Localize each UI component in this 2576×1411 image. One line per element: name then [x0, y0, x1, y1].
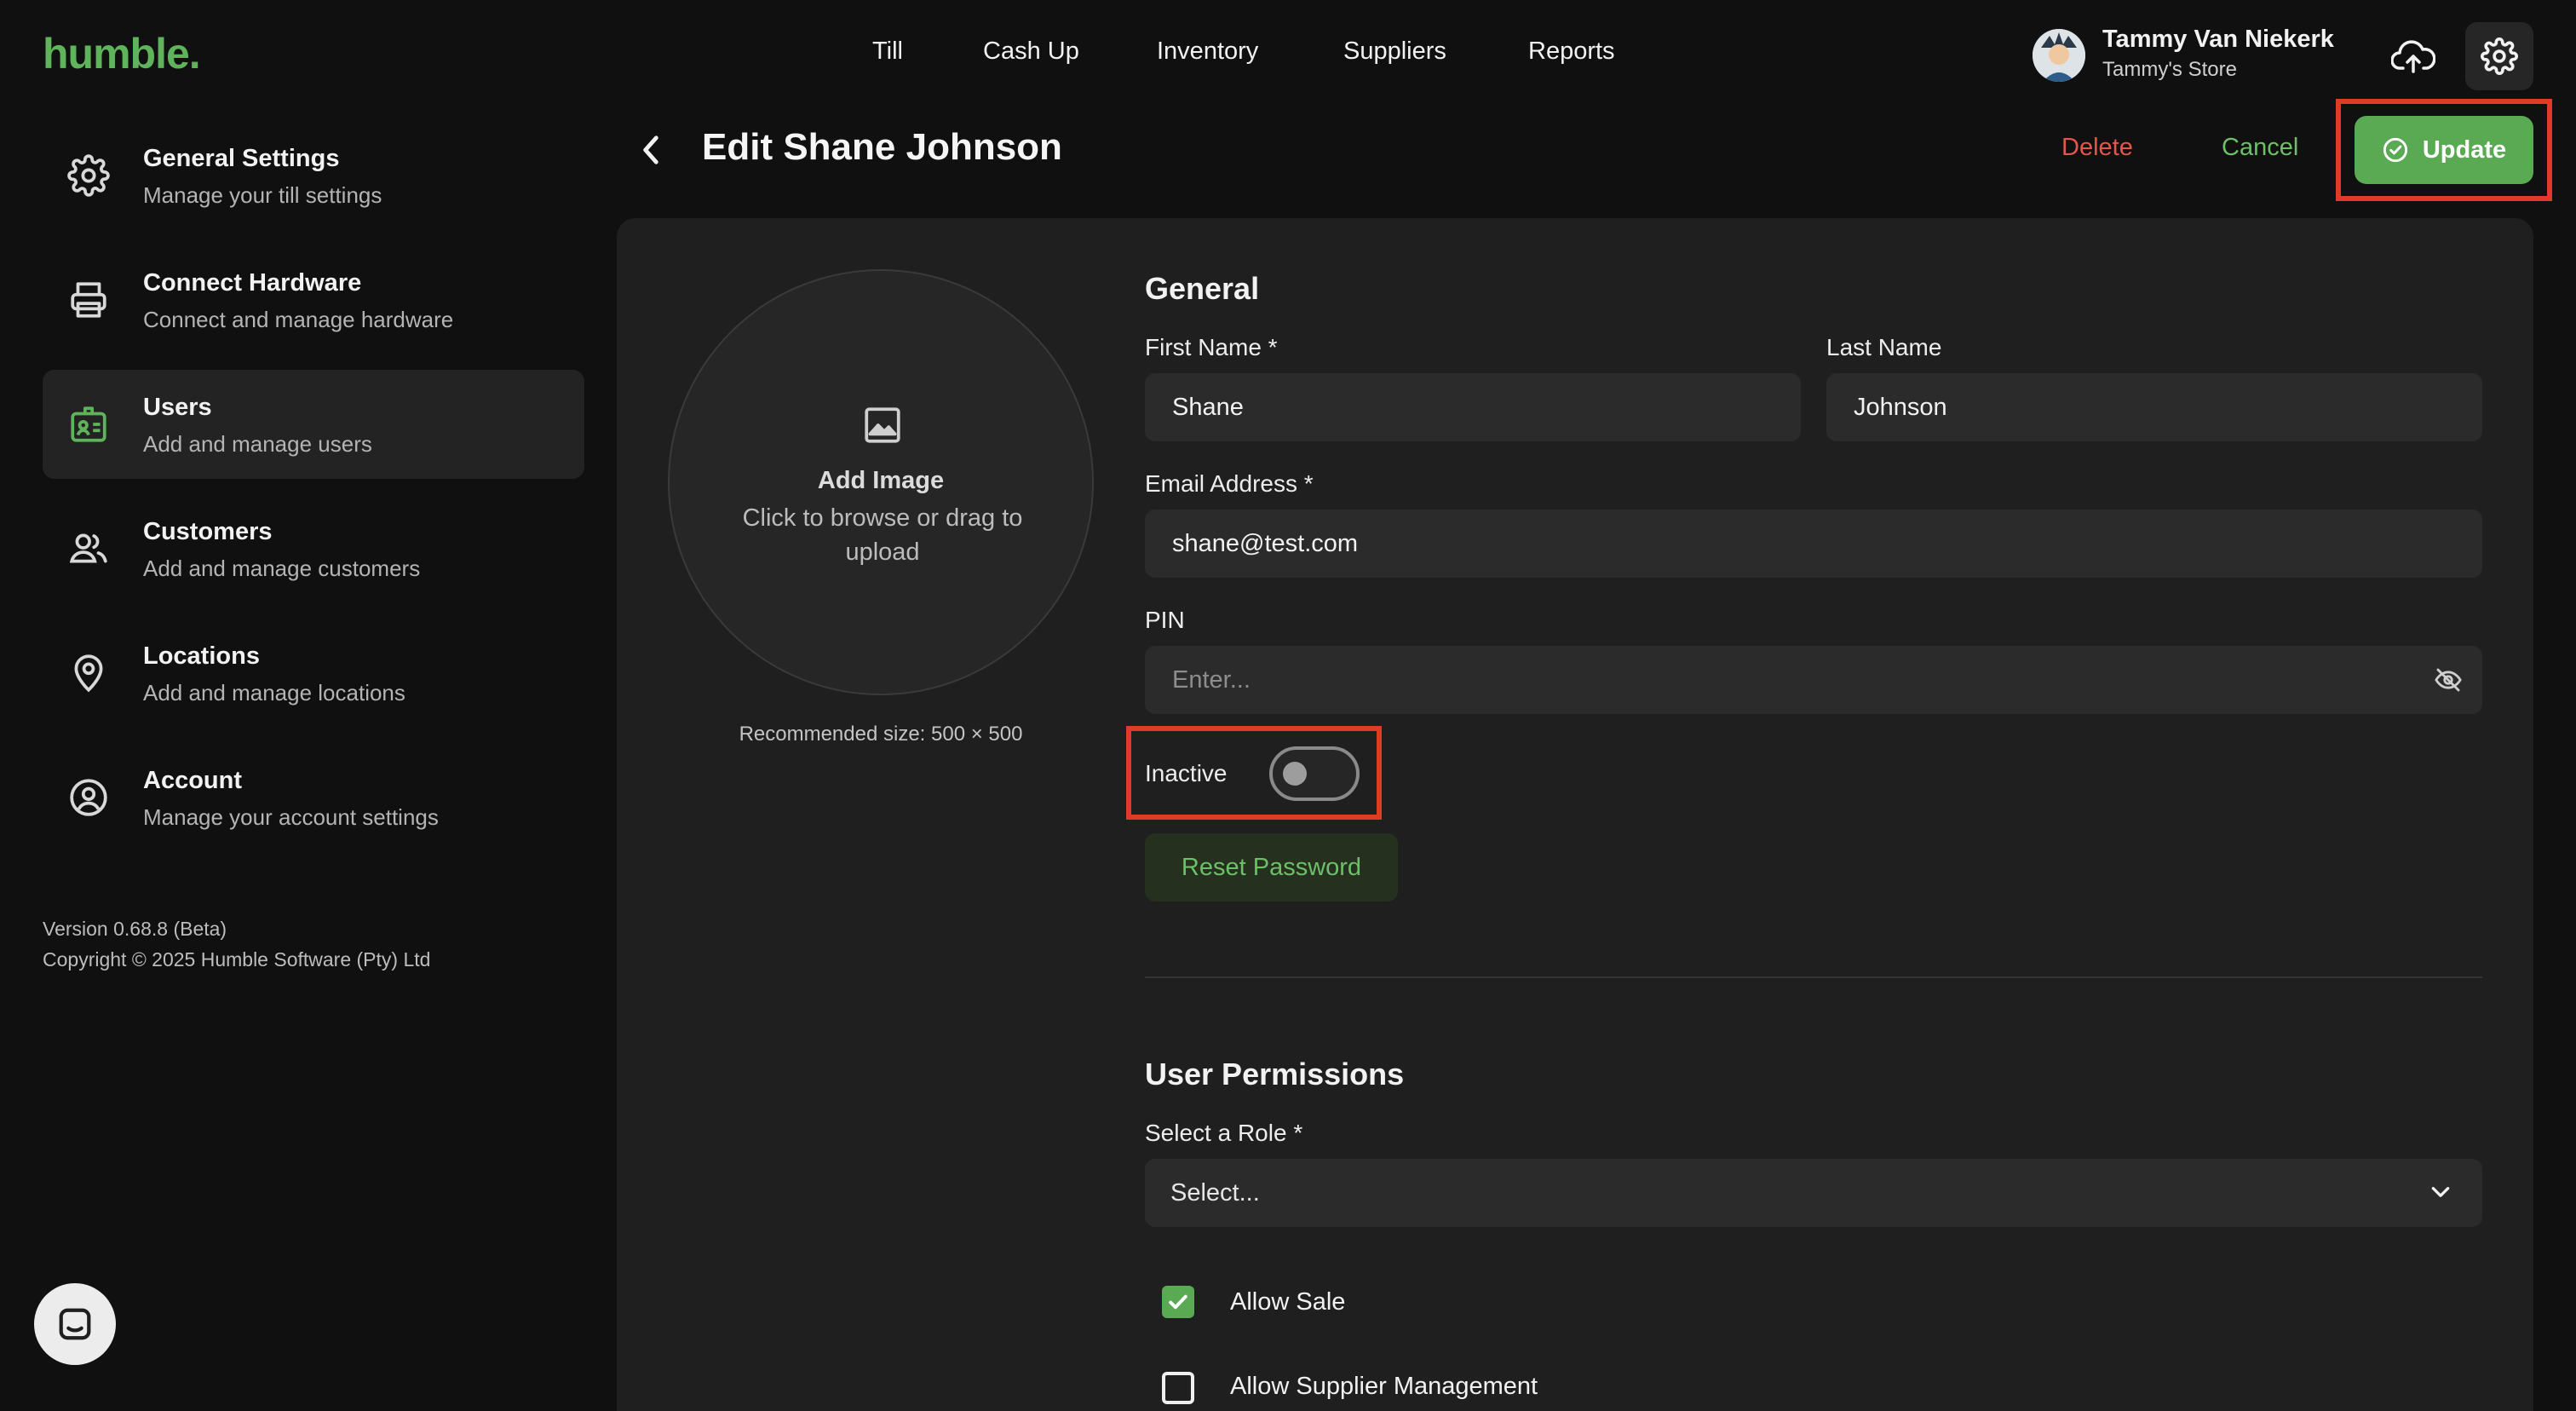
printer-icon	[66, 278, 111, 322]
back-button[interactable]	[634, 128, 668, 172]
people-icon	[66, 527, 111, 571]
last-name-input[interactable]: Johnson	[1826, 373, 2482, 441]
highlight-box-update	[2336, 99, 2552, 201]
first-name-input[interactable]: Shane	[1145, 373, 1801, 441]
sidebar-item-subtitle: Manage your till settings	[143, 182, 382, 208]
eye-off-icon	[2435, 668, 2462, 692]
location-pin-icon	[66, 651, 111, 695]
version-text: Version 0.68.8 (Beta)	[43, 918, 227, 940]
allow-sale-checkbox[interactable]	[1162, 1286, 1194, 1318]
sidebar-item-subtitle: Manage your account settings	[143, 804, 439, 830]
account-circle-icon	[66, 775, 111, 820]
sidebar-item-title: General Settings	[143, 145, 340, 172]
sidebar-item-title: Users	[143, 394, 212, 421]
settings-button[interactable]	[2465, 22, 2533, 90]
chevron-down-icon	[2431, 1187, 2450, 1197]
cloud-upload-button[interactable]	[2385, 31, 2441, 82]
user-name[interactable]: Tammy Van Niekerk	[2102, 26, 2334, 54]
user-store[interactable]: Tammy's Store	[2102, 58, 2237, 82]
gear-icon	[66, 153, 111, 198]
sidebar-item-locations[interactable]: Locations Add and manage locations	[43, 619, 584, 728]
sidebar-item-title: Connect Hardware	[143, 269, 362, 297]
first-name-label: First Name *	[1145, 334, 1278, 360]
version-info: Version 0.68.8 (Beta) Copyright © 2025 H…	[43, 913, 430, 975]
highlight-box-inactive	[1126, 726, 1382, 820]
nav-item-reports[interactable]: Reports	[1528, 37, 1615, 66]
role-label: Select a Role *	[1145, 1120, 1303, 1146]
section-divider	[1145, 976, 2482, 978]
toggle-pin-visibility-button[interactable]	[2433, 665, 2464, 695]
sidebar-item-subtitle: Connect and manage hardware	[143, 307, 454, 332]
chat-support-button[interactable]	[34, 1283, 116, 1365]
sidebar-item-customers[interactable]: Customers Add and manage customers	[43, 494, 584, 603]
sidebar-item-account[interactable]: Account Manage your account settings	[43, 743, 584, 852]
email-label: Email Address *	[1145, 470, 1314, 497]
email-input[interactable]: shane@test.com	[1145, 510, 2482, 578]
role-select-value: Select...	[1170, 1178, 1260, 1207]
sidebar-item-title: Account	[143, 767, 242, 794]
sidebar-item-connect-hardware[interactable]: Connect Hardware Connect and manage hard…	[43, 245, 584, 354]
sidebar-item-title: Locations	[143, 642, 260, 670]
page-title: Edit Shane Johnson	[702, 126, 1062, 168]
checkmark-icon	[1169, 1294, 1187, 1310]
upload-title: Add Image	[817, 467, 945, 494]
nav-item-cash-up[interactable]: Cash Up	[983, 37, 1079, 66]
upload-subtitle: Click to browse or drag to upload	[742, 504, 1023, 566]
allow-supplier-management-label: Allow Supplier Management	[1230, 1373, 1538, 1400]
pin-placeholder: Enter...	[1172, 665, 1251, 694]
avatar[interactable]	[2033, 29, 2085, 82]
sidebar-item-subtitle: Add and manage users	[143, 431, 372, 457]
chevron-left-icon	[643, 135, 658, 164]
app-logo: humble.	[43, 30, 201, 78]
sidebar-item-subtitle: Add and manage locations	[143, 680, 405, 706]
nav-item-suppliers[interactable]: Suppliers	[1343, 37, 1446, 66]
sidebar-item-title: Customers	[143, 518, 273, 545]
allow-supplier-management-checkbox[interactable]	[1162, 1372, 1194, 1404]
sidebar-item-users[interactable]: Users Add and manage users	[43, 370, 584, 479]
copyright-text: Copyright © 2025 Humble Software (Pty) L…	[43, 948, 431, 970]
pin-label: PIN	[1145, 607, 1185, 633]
sidebar-item-subtitle: Add and manage customers	[143, 556, 421, 581]
cancel-button[interactable]: Cancel	[2222, 134, 2298, 162]
cloud-upload-icon	[2391, 40, 2435, 73]
role-select[interactable]: Select...	[1145, 1159, 2482, 1227]
reset-password-button[interactable]: Reset Password	[1145, 833, 1398, 901]
allow-sale-label: Allow Sale	[1230, 1288, 1346, 1316]
section-title-general: General	[1145, 271, 1260, 306]
delete-button[interactable]: Delete	[2061, 134, 2133, 162]
image-upload-dropzone[interactable]: Add Image Click to browse or drag to upl…	[668, 269, 1094, 695]
image-icon	[865, 407, 900, 443]
last-name-label: Last Name	[1826, 334, 1942, 360]
nav-item-till[interactable]: Till	[872, 37, 903, 66]
pin-input[interactable]: Enter...	[1145, 646, 2482, 714]
section-title-permissions: User Permissions	[1145, 1057, 1405, 1091]
nav-item-inventory[interactable]: Inventory	[1157, 37, 1258, 66]
recommended-size-text: Recommended size: 500 × 500	[739, 723, 1023, 746]
gear-icon	[2481, 37, 2518, 75]
id-card-icon	[66, 402, 111, 446]
chat-icon	[59, 1308, 91, 1340]
sidebar-item-general-settings[interactable]: General Settings Manage your till settin…	[43, 121, 584, 230]
